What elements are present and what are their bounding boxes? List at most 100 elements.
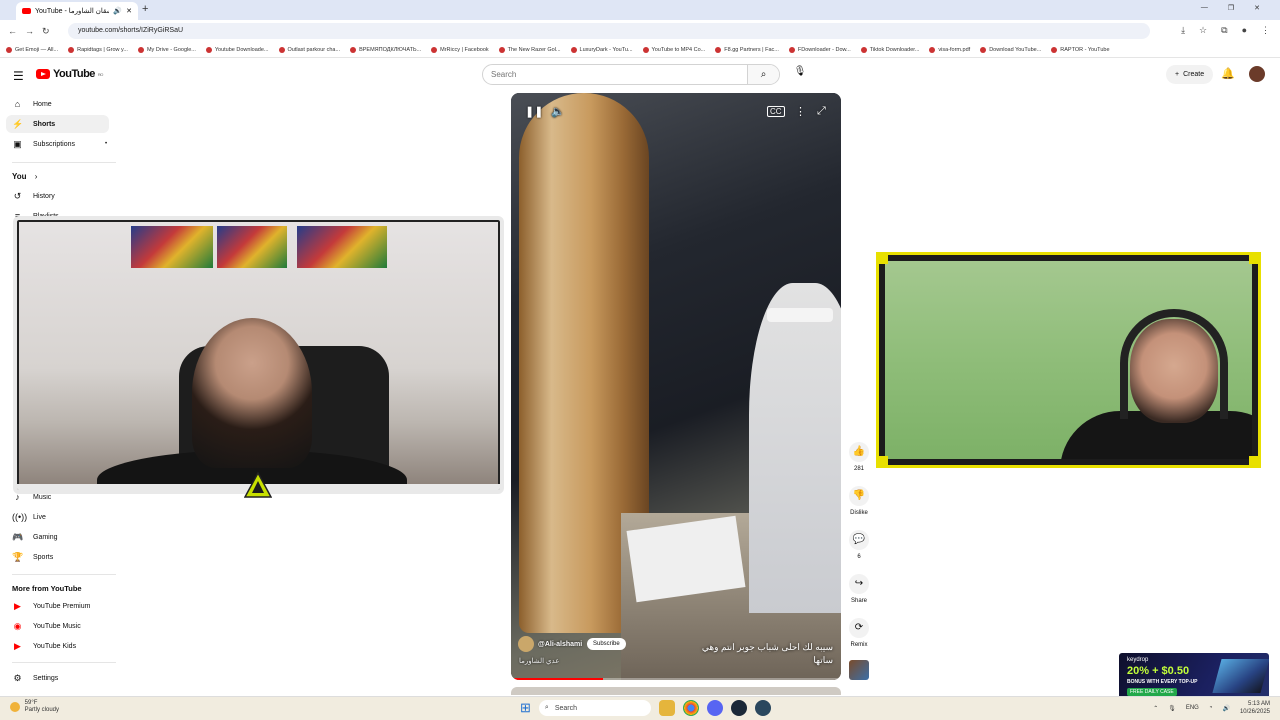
browser-tab[interactable]: YouTube - شقان الشاورما 🔊 ✕	[16, 2, 138, 20]
discord-icon[interactable]	[706, 700, 723, 716]
taskbar-search[interactable]: ⌕ Search	[538, 700, 651, 716]
sidebar-item-home[interactable]: ⌂ Home	[6, 95, 109, 113]
youtube-logo[interactable]: YouTube RO	[36, 68, 103, 80]
sidebar-item-label: Gaming	[33, 533, 58, 541]
more-options-icon[interactable]: ⋮	[795, 105, 806, 118]
youtube-wordmark: YouTube	[53, 68, 95, 80]
browser-menu-icon[interactable]: ⋮	[1261, 25, 1270, 36]
sidebar-item-youtube-music[interactable]: ◉ YouTube Music	[6, 617, 109, 635]
sidebar-item-sports[interactable]: 🏆 Sports	[6, 548, 109, 566]
sidebar-item-history[interactable]: ↺ History	[6, 187, 109, 205]
speaker-icon[interactable]: 🔊	[1222, 705, 1229, 712]
bookmark-label: The New Razer Gol...	[507, 46, 561, 53]
share-label: Share	[850, 598, 867, 604]
bookmark-item[interactable]: Outlast parkour cha...	[278, 46, 340, 53]
tray-chevron-icon[interactable]: ⌃	[1153, 705, 1158, 712]
search-input[interactable]	[483, 70, 747, 79]
keydrop-ad-banner[interactable]: keydrop 20% + $0.50 BONUS WITH EVERY TOP…	[1119, 653, 1269, 699]
you-heading[interactable]: You ›	[12, 172, 37, 181]
bookmark-item[interactable]: YouTube to MP4 Co...	[642, 46, 705, 53]
remix-button[interactable]: ⟳ Remix	[845, 618, 873, 648]
notifications-bell-icon[interactable]: 🔔	[1221, 67, 1235, 80]
bookmark-item[interactable]: ВРЕМЯПОДКЛЮЧАТЬ...	[350, 46, 421, 53]
bookmark-item[interactable]: FDownloader - Dow...	[788, 46, 851, 53]
forward-icon[interactable]: →	[25, 26, 34, 36]
share-button[interactable]: ↪ Share	[845, 574, 873, 604]
youtube-play-icon	[36, 69, 50, 79]
sidebar-item-subscriptions[interactable]: ▣ Subscriptions •	[6, 135, 109, 153]
steam-icon[interactable]	[730, 700, 747, 716]
share-icon: ↪	[849, 574, 869, 594]
comments-button[interactable]: 💬 6	[845, 530, 873, 560]
shorts-video-player[interactable]: ❚❚ 🔈 CC ⋮ ⤢ @Ali-alshami Subscribe عدي ا…	[511, 93, 841, 680]
address-bar[interactable]: youtube.com/shorts/IZiRyGiRSaU	[68, 23, 1150, 39]
browser-toolbar-right: ⤓ ☆ ⧉ ● ⋮	[1181, 25, 1270, 36]
like-button[interactable]: 👍 281	[845, 442, 873, 472]
bookmark-item[interactable]: My Drive - Google...	[137, 46, 196, 53]
file-explorer-icon[interactable]	[658, 700, 675, 716]
bookmark-star-icon[interactable]: ☆	[1199, 25, 1207, 36]
video-progress-bar[interactable]	[511, 678, 841, 680]
bookmark-item[interactable]: Download YouTube...	[980, 46, 1041, 53]
account-avatar[interactable]	[1249, 66, 1265, 82]
bookmark-item[interactable]: The New Razer Gol...	[498, 46, 561, 53]
channel-avatar[interactable]	[518, 636, 534, 652]
taskbar-apps: ⊞ ⌕ Search	[520, 700, 771, 716]
bookmark-favicon-icon	[980, 46, 987, 53]
dislike-button[interactable]: 👎 Dislike	[845, 486, 873, 516]
channel-name[interactable]: @Ali-alshami	[538, 641, 582, 648]
bookmark-item[interactable]: LuxuryDark - YouTu...	[570, 46, 633, 53]
chrome-icon[interactable]	[682, 700, 699, 716]
reload-icon[interactable]: ↻	[42, 26, 50, 37]
wifi-icon[interactable]: ◔	[1209, 705, 1213, 711]
captions-icon[interactable]: CC	[767, 106, 785, 117]
profile-icon[interactable]: ●	[1242, 25, 1247, 36]
sidebar-item-settings[interactable]: ⚙ Settings	[6, 669, 109, 687]
sidebar-item-youtube-premium[interactable]: ▶ YouTube Premium	[6, 597, 109, 615]
search-icon[interactable]: ⌕	[747, 65, 779, 84]
new-tab-button[interactable]: +	[142, 3, 148, 15]
windows-start-icon[interactable]: ⊞	[520, 700, 531, 716]
bookmark-item[interactable]: MrRiccy | Facebook	[431, 46, 489, 53]
audio-source-thumbnail[interactable]	[849, 660, 869, 680]
subscribe-button[interactable]: Subscribe	[587, 638, 626, 650]
bookmark-item[interactable]: Get Emoji — All...	[6, 46, 58, 53]
bookmark-item[interactable]: F8.gg Partners | Fac...	[715, 46, 779, 53]
video-title[interactable]: عدي الشاورما	[519, 657, 559, 665]
bookmark-item[interactable]: Rapidtags | Grow y...	[68, 46, 128, 53]
pause-icon[interactable]: ❚❚	[525, 105, 543, 118]
maximize-button[interactable]: ❐	[1228, 4, 1234, 12]
weather-widget[interactable]: 59°F Partly cloudy	[10, 700, 59, 714]
volume-icon[interactable]: 🔈	[551, 105, 565, 118]
sidebar-item-youtube-kids[interactable]: ▶ YouTube Kids	[6, 637, 109, 655]
tab-close-icon[interactable]: ✕	[126, 7, 132, 15]
bookmark-label: My Drive - Google...	[146, 46, 196, 53]
plus-icon: +	[1175, 71, 1180, 78]
hamburger-menu-icon[interactable]: ☰	[13, 69, 24, 83]
next-short-preview[interactable]	[511, 687, 841, 695]
bookmark-item[interactable]: RAPTOR - YouTube	[1051, 46, 1110, 53]
tray-mic-icon[interactable]: 🎙	[1168, 705, 1176, 712]
bookmark-item[interactable]: Youtube Downloade...	[205, 46, 269, 53]
steam-app-icon[interactable]	[754, 700, 771, 716]
close-window-button[interactable]: ✕	[1254, 4, 1260, 12]
bookmark-item[interactable]: Tiktok Downloader...	[860, 46, 919, 53]
search-icon: ⌕	[544, 704, 549, 711]
sidebar-item-gaming[interactable]: 🎮 Gaming	[6, 528, 109, 546]
create-button[interactable]: + Create	[1166, 65, 1214, 84]
bookmark-favicon-icon	[642, 46, 649, 53]
install-icon[interactable]: ⤓	[1181, 25, 1185, 36]
sidebar-item-live[interactable]: ((•)) Live	[6, 508, 109, 526]
back-icon[interactable]: ←	[8, 26, 17, 36]
green-screen	[885, 261, 1252, 459]
extensions-icon[interactable]: ⧉	[1221, 25, 1227, 36]
fullscreen-icon[interactable]: ⤢	[817, 105, 826, 118]
language-indicator[interactable]: ENG	[1186, 705, 1199, 711]
sidebar-item-shorts[interactable]: ⚡ Shorts	[6, 115, 109, 133]
bookmark-item[interactable]: visa-form.pdf	[929, 46, 970, 53]
system-clock[interactable]: 5:13 AM 10/26/2025	[1240, 700, 1270, 716]
minimize-button[interactable]: —	[1201, 4, 1208, 12]
settings-gear-icon: ⚙	[13, 672, 22, 683]
bookmark-favicon-icon	[1051, 46, 1058, 53]
microphone-icon[interactable]: 🎙	[792, 66, 808, 82]
